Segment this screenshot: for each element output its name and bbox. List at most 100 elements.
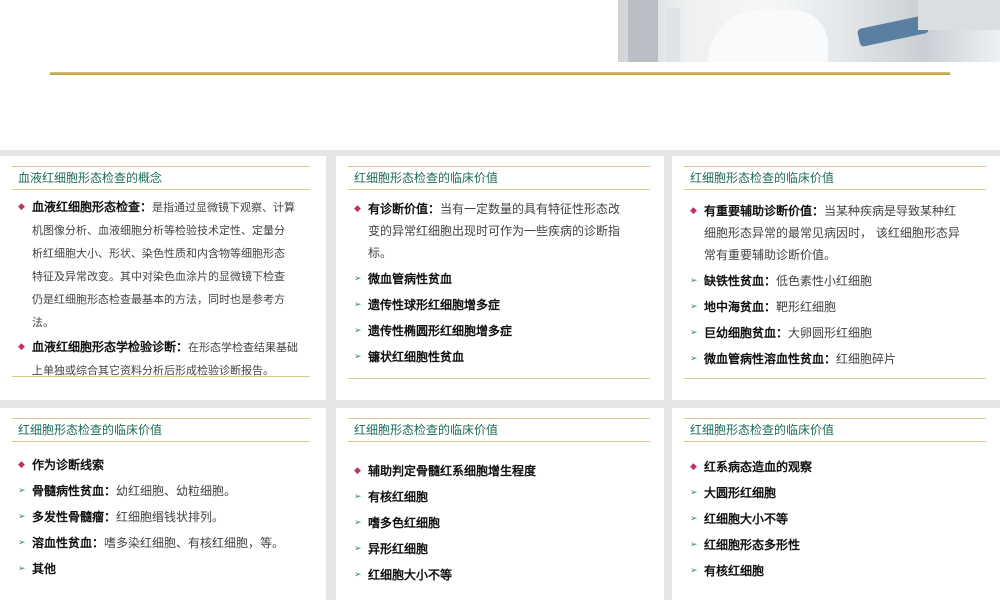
item-label: 溶血性贫血： [32,536,105,550]
card-title: 血液红细胞形态检查的概念 [12,166,310,190]
list-item: ◆ 有诊断价值：当有一定数量的具有特征性形态改变的异常红细胞出现时可作为一些疾病的… [354,198,654,264]
item-text: 机图像分析、血液细胞分析等检验技术定性、定量分 [32,224,285,237]
item-label: 多发性骨髓瘤： [32,510,117,524]
slide-card-clinical-1[interactable]: 红细胞形态检查的临床价值 ◆ 有诊断价值：当有一定数量的具有特征性形态改 变的异常红细… [336,156,664,400]
slide-header [0,0,1000,150]
item-text: 常有重要辅助诊断价值。 [704,248,837,262]
list-item: ◆ 红系病态造血的观察 [690,454,990,480]
item-label: 有核红细胞 [368,490,429,504]
arrow-bullet-icon: ➢ [354,518,362,528]
item-text: 幼红细胞、幼粒细胞。 [116,484,237,498]
list-item: ➢ 微血管病性贫血 [354,268,654,290]
arrow-bullet-icon: ➢ [690,566,698,576]
diamond-bullet-icon: ◆ [18,460,25,470]
bullet-list: ◆ 辅助判定骨髓红系细胞增生程度 ➢ 有核红细胞 ➢ 嗜多色红细胞 ➢ 异形红细胞 ➢ 红细胞大小… [354,458,654,588]
item-label: 血液红细胞形态学检验诊断： [32,340,189,354]
diamond-bullet-icon: ◆ [354,204,361,214]
list-item: ➢ 遗传性球形红细胞增多症 [354,294,654,316]
arrow-bullet-icon: ➢ [354,352,362,362]
list-item: ➢ 镰状红细胞性贫血 [354,346,654,368]
item-text: 仍是红细胞形态检查最基本的方法，同时也是参考方 [32,293,285,306]
arrow-bullet-icon: ➢ [690,354,698,364]
item-label: 红细胞形态多形性 [704,538,801,552]
item-text: 嗜多染红细胞、有核红细胞，等。 [104,536,285,550]
item-text: 靶形红细胞 [776,300,837,314]
diamond-bullet-icon: ◆ [18,342,25,352]
item-text: 低色素性小红细胞 [776,274,873,288]
item-label: 微血管病性贫血 [368,272,453,286]
item-label: 辅助判定骨髓红系细胞增生程度 [368,464,537,478]
diamond-bullet-icon: ◆ [18,202,25,212]
arrow-bullet-icon: ➢ [690,488,698,498]
arrow-bullet-icon: ➢ [354,492,362,502]
list-item: ➢ 多发性骨髓瘤：红细胞缗钱状排列。 [18,504,314,530]
item-label: 其他 [32,562,57,576]
item-text: 是指通过显微镜下观察、计算 [152,201,296,214]
bullet-list: ◆ 作为诊断线索 ➢ 骨髓病性贫血：幼红细胞、幼粒细胞。 ➢ 多发性骨髓瘤：红细胞缗钱状排… [18,452,314,582]
list-item: ➢ 巨幼细胞贫血：大卵圆形红细胞 [690,322,990,344]
item-label: 有核红细胞 [704,564,765,578]
item-label: 遗传性椭圆形红细胞增多症 [368,324,513,338]
item-text: 在形态学检查结果基础 [188,341,299,354]
slide-card-clinical-4[interactable]: 红细胞形态检查的临床价值 ◆ 辅助判定骨髓红系细胞增生程度 ➢ 有核红细胞 ➢ 嗜多色红细胞… [336,408,664,600]
bullet-list: ◆ 血液红细胞形态检查：是指通过显微镜下观察、计算 机图像分析、血液细胞分析等检验技… [18,196,314,384]
list-item: ➢ 溶血性贫血：嗜多染红细胞、有核红细胞，等。 [18,530,314,556]
list-item: ➢ 微血管病性溶血性贫血：红细胞碎片 [690,348,990,370]
card-title: 红细胞形态检查的临床价值 [684,418,986,442]
list-item: ◆ 血液红细胞形态检查：是指通过显微镜下观察、计算 机图像分析、血液细胞分析等检验技… [18,196,314,334]
item-text: 变的异常红细胞出现时可作为一些疾病的诊断指 [368,224,621,238]
header-divider [50,72,950,75]
item-label: 作为诊断线索 [32,458,105,472]
arrow-bullet-icon: ➢ [18,512,26,522]
item-label: 红系病态造血的观察 [704,460,813,474]
list-item: ◆ 辅助判定骨髓红系细胞增生程度 [354,458,654,484]
item-text: 细胞形态异常的最常见病因时， 该红细胞形态异 [704,226,960,240]
item-label: 异形红细胞 [368,542,429,556]
arrow-bullet-icon: ➢ [690,276,698,286]
list-item: ➢ 其他 [18,556,314,582]
item-label: 地中海贫血： [704,300,777,314]
list-item: ➢ 地中海贫血：靶形红细胞 [690,296,990,318]
item-text: 特征及异常改变。其中对染色血涂片的显微镜下检查 [32,270,285,283]
item-text: 当某种疾病是导致某种红 [824,204,957,218]
list-item: ➢ 异形红细胞 [354,536,654,562]
arrow-bullet-icon: ➢ [354,570,362,580]
card-bottom-rule [12,376,310,377]
arrow-bullet-icon: ➢ [354,274,362,284]
list-item: ◆ 作为诊断线索 [18,452,314,478]
arrow-bullet-icon: ➢ [690,540,698,550]
list-item: ➢ 有核红细胞 [690,558,990,584]
arrow-bullet-icon: ➢ [354,300,362,310]
arrow-bullet-icon: ➢ [354,326,362,336]
item-label: 巨幼细胞贫血： [704,326,789,340]
arrow-bullet-icon: ➢ [18,564,26,574]
bullet-list: ◆ 有重要辅助诊断价值：当某种疾病是导致某种红 细胞形态异常的最常见病因时， 该红细… [690,200,990,374]
item-text: 红细胞碎片 [836,352,897,366]
card-title: 红细胞形态检查的临床价值 [684,166,986,190]
item-label: 缺铁性贫血： [704,274,777,288]
card-title: 红细胞形态检查的临床价值 [348,418,650,442]
item-text: 析红细胞大小、形状、染色性质和内含物等细胞形态 [32,247,285,260]
bullet-list: ◆ 有诊断价值：当有一定数量的具有特征性形态改变的异常红细胞出现时可作为一些疾病的… [354,198,654,372]
list-item: ➢ 骨髓病性贫血：幼红细胞、幼粒细胞。 [18,478,314,504]
bullet-list: ◆ 红系病态造血的观察 ➢ 大圆形红细胞 ➢ 红细胞大小不等 ➢ 红细胞形态多形性 ➢ 有核红细胞 [690,454,990,584]
list-item: ➢ 遗传性椭圆形红细胞增多症 [354,320,654,342]
list-item: ➢ 红细胞形态多形性 [690,532,990,558]
item-label: 有重要辅助诊断价值： [704,204,825,218]
list-item: ➢ 有核红细胞 [354,484,654,510]
item-label: 大圆形红细胞 [704,486,777,500]
slide-card-clinical-2[interactable]: 红细胞形态检查的临床价值 ◆ 有重要辅助诊断价值：当某种疾病是导致某种红 细胞形态异常… [672,156,1000,400]
item-text: 当有一定数量的具有特征性形态改 [440,202,621,216]
item-label: 有诊断价值： [368,202,441,216]
diamond-bullet-icon: ◆ [354,466,361,476]
item-text: 红细胞缗钱状排列。 [116,510,225,524]
card-title: 红细胞形态检查的临床价值 [12,418,310,442]
list-item: ➢ 嗜多色红细胞 [354,510,654,536]
slide-card-clinical-5[interactable]: 红细胞形态检查的临床价值 ◆ 红系病态造血的观察 ➢ 大圆形红细胞 ➢ 红细胞大小不等 ➢ 红细… [672,408,1000,600]
lab-photo-icon [618,0,1000,62]
list-item: ➢ 红细胞大小不等 [354,562,654,588]
slide-card-clinical-3[interactable]: 红细胞形态检查的临床价值 ◆ 作为诊断线索 ➢ 骨髓病性贫血：幼红细胞、幼粒细胞。 ➢ 多发… [0,408,326,600]
item-label: 遗传性球形红细胞增多症 [368,298,501,312]
slide-card-concept[interactable]: 血液红细胞形态检查的概念 ◆ 血液红细胞形态检查：是指通过显微镜下观察、计算 机图像分… [0,156,326,400]
card-bottom-rule [684,378,986,379]
